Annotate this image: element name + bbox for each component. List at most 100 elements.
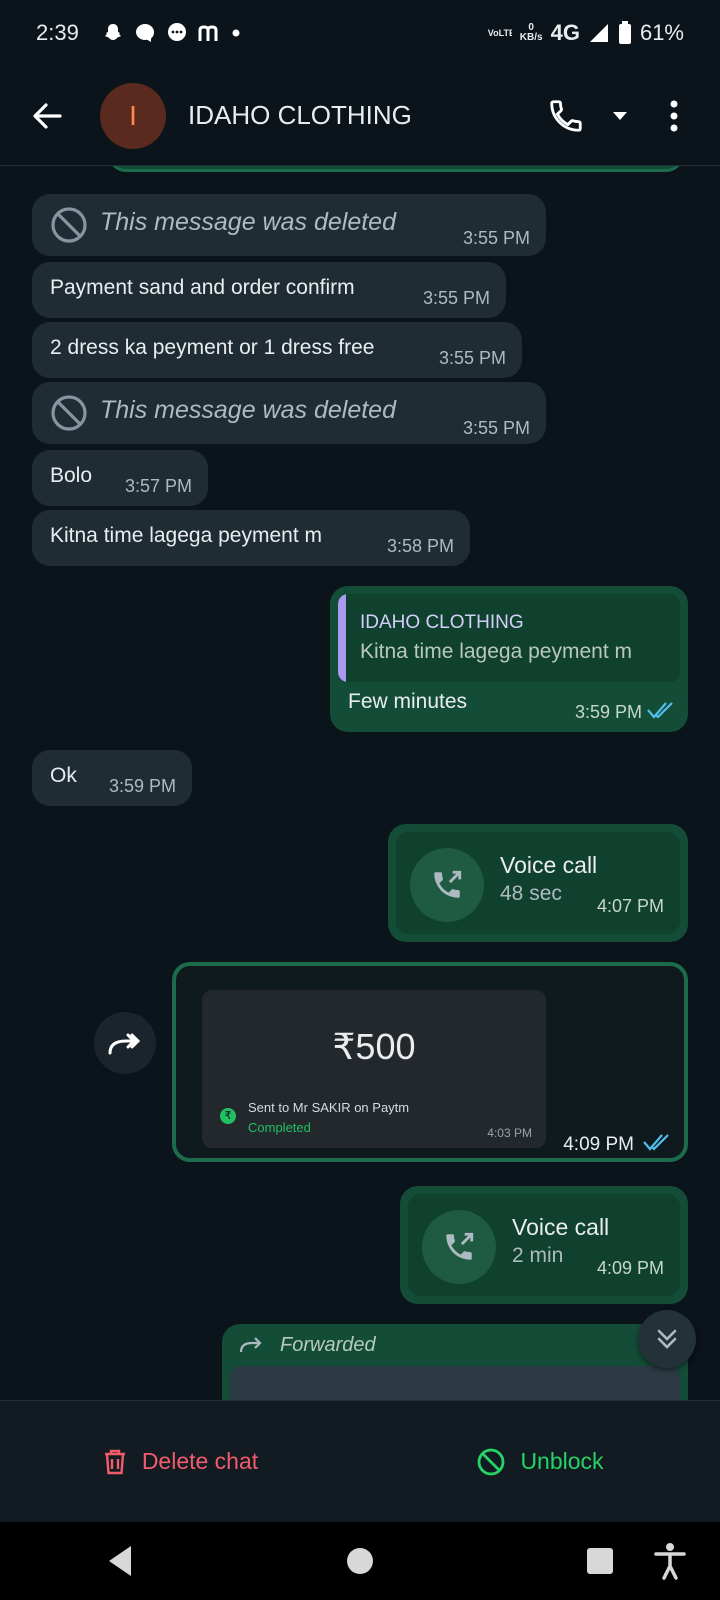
message-text: Few minutes bbox=[348, 690, 468, 713]
messenger-icon bbox=[135, 24, 154, 42]
back-button[interactable] bbox=[22, 91, 72, 141]
forwarded-media[interactable] bbox=[230, 1366, 680, 1400]
message-text: Bolo bbox=[50, 464, 93, 487]
unblock-button[interactable]: Unblock bbox=[360, 1447, 720, 1477]
blocked-icon bbox=[51, 207, 87, 243]
payment-status: Completed bbox=[248, 1120, 311, 1135]
data-speed-unit: KB/s bbox=[519, 32, 543, 43]
message-time: 4:09 PM bbox=[563, 1134, 634, 1155]
call-button[interactable] bbox=[546, 91, 586, 141]
delete-chat-label: Delete chat bbox=[141, 1448, 259, 1474]
forwarded-message[interactable]: Forwarded bbox=[222, 1324, 688, 1400]
data-speed: 0 KB/s bbox=[520, 23, 543, 43]
message-text: This message was deleted bbox=[100, 208, 396, 236]
success-check-icon: ₹ bbox=[220, 1108, 236, 1124]
forward-button[interactable] bbox=[94, 1012, 156, 1074]
message-time: 3:55 PM bbox=[422, 288, 490, 308]
contact-name[interactable]: IDAHO CLOTHING bbox=[188, 100, 412, 131]
more-options-button[interactable] bbox=[654, 91, 694, 141]
call-options-dropdown[interactable] bbox=[600, 91, 640, 141]
network-type: 4G bbox=[550, 20, 580, 45]
battery-percent: 61% bbox=[639, 20, 684, 45]
delete-chat-button[interactable]: Delete chat bbox=[0, 1448, 360, 1476]
nav-recents-icon[interactable] bbox=[585, 1546, 615, 1576]
notification-icons bbox=[101, 21, 241, 45]
call-duration: 2 min bbox=[512, 1244, 564, 1267]
message-incoming[interactable]: Bolo 3:57 PM bbox=[32, 450, 208, 506]
voice-call-message[interactable]: Voice call 2 min 4:09 PM bbox=[400, 1186, 688, 1304]
battery-icon bbox=[618, 21, 631, 44]
message-incoming[interactable]: 2 dress ka peyment or 1 dress free 3:55 … bbox=[32, 322, 522, 378]
voice-call-message[interactable]: Voice call 48 sec 4:07 PM bbox=[388, 824, 688, 942]
more-vertical-icon bbox=[670, 100, 678, 131]
volte-indicator: VoLTE bbox=[487, 28, 512, 38]
chat-messages[interactable]: This message was deleted 3:55 PM Payment… bbox=[0, 166, 720, 1400]
forward-icon bbox=[108, 1033, 141, 1055]
trash-icon bbox=[104, 1449, 125, 1474]
call-duration: 48 sec bbox=[500, 882, 562, 905]
quoted-author: IDAHO CLOTHING bbox=[360, 612, 524, 633]
quoted-message[interactable]: IDAHO CLOTHING Kitna time lagega peyment… bbox=[338, 594, 680, 682]
call-title: Voice call bbox=[500, 852, 598, 878]
call-title: Voice call bbox=[512, 1214, 610, 1240]
message-outgoing-reply[interactable]: IDAHO CLOTHING Kitna time lagega peyment… bbox=[330, 586, 688, 732]
quoted-text: Kitna time lagega peyment m bbox=[360, 640, 632, 663]
caret-down-icon bbox=[613, 111, 627, 120]
payment-screenshot[interactable]: ₹500 ₹ Sent to Mr SAKIR on Paytm Complet… bbox=[202, 990, 546, 1148]
m-app-icon bbox=[198, 25, 218, 41]
signal-icon bbox=[589, 24, 608, 42]
forwarded-icon bbox=[239, 1337, 262, 1353]
message-incoming[interactable]: Kitna time lagega peyment m 3:58 PM bbox=[32, 510, 470, 566]
message-text: 2 dress ka peyment or 1 dress free bbox=[50, 336, 375, 359]
avatar-letter: I bbox=[129, 99, 137, 131]
message-time: 3:57 PM bbox=[124, 476, 192, 496]
message-text: Kitna time lagega peyment m bbox=[50, 524, 322, 547]
payment-time: 4:03 PM bbox=[487, 1126, 532, 1140]
quote-bar bbox=[338, 594, 346, 682]
chat-header: I IDAHO CLOTHING bbox=[0, 66, 720, 166]
payment-amount: ₹500 bbox=[332, 1026, 416, 1067]
message-time: 3:55 PM bbox=[438, 348, 506, 368]
message-time: 3:59 PM bbox=[574, 702, 642, 722]
partial-message bbox=[108, 166, 684, 172]
message-time: 3:55 PM bbox=[462, 228, 530, 248]
image-message[interactable]: ₹500 ₹ Sent to Mr SAKIR on Paytm Complet… bbox=[172, 962, 688, 1162]
double-check-icon bbox=[643, 1134, 669, 1151]
blocked-icon bbox=[51, 395, 87, 431]
message-deleted[interactable]: This message was deleted 3:55 PM bbox=[32, 382, 546, 444]
chat-bubble-icon bbox=[167, 23, 186, 41]
message-text: This message was deleted bbox=[100, 396, 396, 424]
blocked-contact-actions: Delete chat Unblock bbox=[0, 1400, 720, 1522]
message-time: 4:07 PM bbox=[596, 896, 664, 916]
scroll-to-bottom-button[interactable] bbox=[638, 1310, 696, 1368]
status-bar: 2:39 VoLTE 0 KB/s 4G 61% bbox=[0, 0, 720, 66]
snapchat-icon bbox=[104, 24, 121, 40]
dot-icon bbox=[232, 29, 240, 37]
payment-recipient: Sent to Mr SAKIR on Paytm bbox=[248, 1100, 410, 1115]
message-time: 3:58 PM bbox=[386, 536, 454, 556]
call-icon-circle bbox=[422, 1210, 496, 1284]
system-nav-bar bbox=[0, 1522, 720, 1600]
double-chevron-down-icon bbox=[657, 1329, 677, 1349]
message-incoming[interactable]: Payment sand and order confirm 3:55 PM bbox=[32, 262, 506, 318]
phone-icon bbox=[550, 99, 582, 132]
nav-back-icon[interactable] bbox=[105, 1544, 135, 1578]
status-time: 2:39 bbox=[36, 20, 79, 45]
message-text: Ok bbox=[50, 764, 77, 787]
message-deleted[interactable]: This message was deleted 3:55 PM bbox=[32, 194, 546, 256]
avatar[interactable]: I bbox=[100, 82, 166, 149]
nav-home-icon[interactable] bbox=[345, 1546, 375, 1576]
message-text: Payment sand and order confirm bbox=[50, 276, 355, 299]
outgoing-call-icon bbox=[446, 1232, 474, 1260]
back-arrow-icon bbox=[33, 102, 62, 129]
double-check-icon bbox=[647, 702, 673, 719]
message-time: 3:59 PM bbox=[108, 776, 176, 796]
forwarded-label: Forwarded bbox=[280, 1334, 376, 1356]
unblock-icon bbox=[478, 1448, 505, 1475]
accessibility-icon[interactable] bbox=[652, 1542, 688, 1580]
call-icon-circle bbox=[410, 848, 484, 922]
message-time: 3:55 PM bbox=[462, 418, 530, 438]
message-time: 4:09 PM bbox=[596, 1258, 664, 1278]
outgoing-call-icon bbox=[434, 870, 462, 898]
message-incoming[interactable]: Ok 3:59 PM bbox=[32, 750, 192, 806]
